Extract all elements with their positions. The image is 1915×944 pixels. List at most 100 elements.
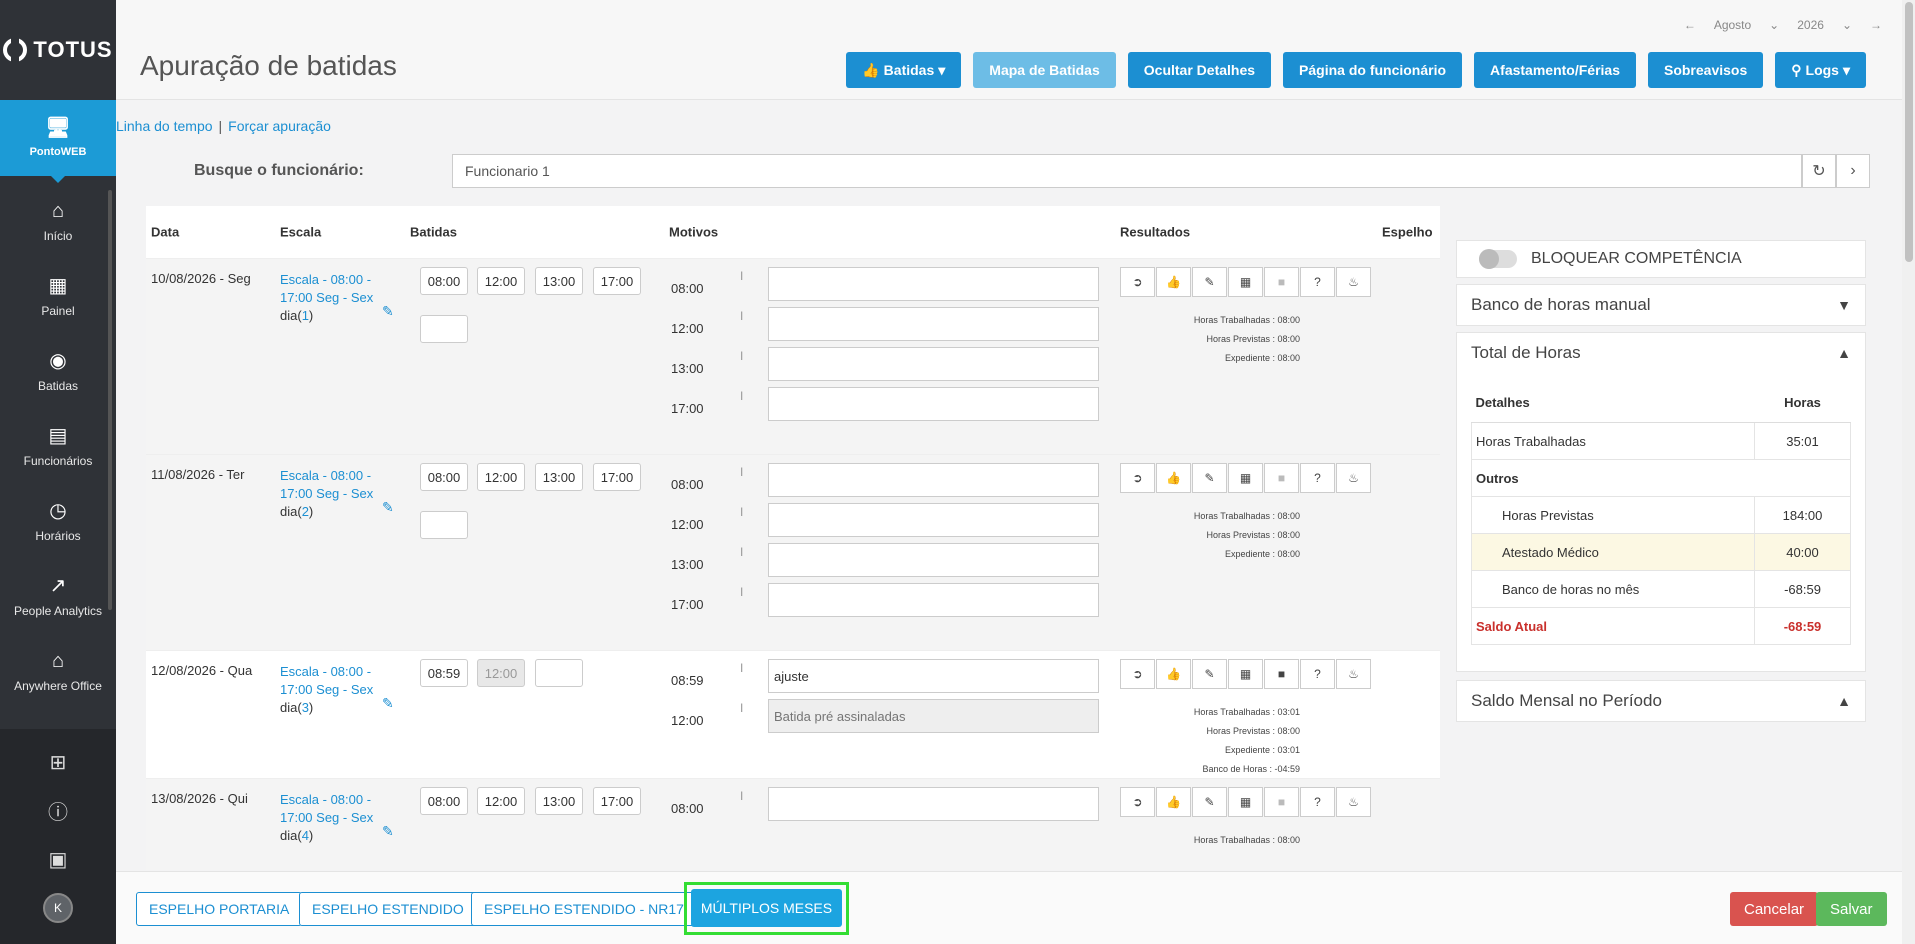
afastamento-ferias-button[interactable]: Afastamento/Férias [1474, 52, 1636, 88]
bell-icon[interactable]: ♨ [1336, 463, 1371, 493]
punch-input[interactable] [477, 463, 525, 491]
punch-input[interactable] [477, 267, 525, 295]
ocultar-detalhes-button[interactable]: Ocultar Detalhes [1127, 52, 1272, 88]
comment-icon[interactable]: ■ [1264, 463, 1299, 493]
bell-icon[interactable]: ♨ [1336, 787, 1371, 817]
punch-input[interactable] [535, 463, 583, 491]
edit-escala-pencil-icon[interactable]: ✎ [382, 695, 394, 712]
help-icon[interactable]: ⓘ [48, 796, 68, 825]
avatar[interactable]: K [43, 893, 73, 924]
cancel-button[interactable]: Cancelar [1730, 892, 1819, 926]
prev-month-arrow-icon[interactable]: ← [1684, 18, 1696, 32]
pencil-icon[interactable]: ✎ [1192, 787, 1227, 817]
sobreavisos-button[interactable]: Sobreavisos [1647, 52, 1764, 88]
month-select[interactable]: Agosto [1714, 18, 1751, 32]
totvs-logo[interactable]: TOTUS [0, 0, 116, 100]
chevron-down-icon[interactable]: ▼ [1837, 297, 1851, 313]
lock-toggle[interactable] [1479, 249, 1517, 269]
apps-grid-icon[interactable]: ⊞ [50, 750, 67, 775]
motivo-input[interactable] [768, 543, 1099, 577]
espelho-estendido-button[interactable]: ESPELHO ESTENDIDO [299, 892, 477, 926]
sidebar-item-pontoweb[interactable]: 🖥 PontoWEB [0, 100, 116, 183]
chevron-right-icon[interactable]: › [1836, 154, 1870, 188]
escala-link[interactable]: Escala - 08:00 - 17:00 Seg - Sex [280, 664, 373, 697]
dia-number-link[interactable]: 4 [302, 828, 309, 843]
thumbs-up-icon[interactable]: 👍 [1156, 787, 1191, 817]
comment-icon[interactable]: ■ [1264, 787, 1299, 817]
banco-manual-panel[interactable]: Banco de horas manual ▼ [1456, 284, 1866, 326]
dia-number-link[interactable]: 3 [302, 700, 309, 715]
help-circle-icon[interactable]: ? [1300, 267, 1335, 297]
comment-icon[interactable]: ■ [1264, 267, 1299, 297]
page-scrollbar[interactable] [1902, 0, 1915, 944]
panel-header[interactable]: Saldo Mensal no Período ▲ [1457, 681, 1865, 721]
bell-icon[interactable]: ♨ [1336, 659, 1371, 689]
exit-door-icon[interactable]: ➲ [1120, 787, 1155, 817]
multiplos-meses-button[interactable]: MÚLTIPLOS MESES [691, 889, 842, 927]
sidebar-item-batidas[interactable]: ◉ Batidas [0, 334, 116, 409]
pencil-icon[interactable]: ✎ [1192, 463, 1227, 493]
sidebar-item-horarios[interactable]: ◷ Horários [0, 484, 116, 559]
espelho-estendido-nr17-button[interactable]: ESPELHO ESTENDIDO - NR17 [471, 892, 697, 926]
batidas-dropdown-button[interactable]: 👍 Batidas ▾ [846, 52, 962, 88]
chevron-down-icon[interactable]: ⌄ [1769, 18, 1779, 32]
thumbs-up-icon[interactable]: 👍 [1156, 463, 1191, 493]
edit-escala-pencil-icon[interactable]: ✎ [382, 303, 394, 320]
espelho-portaria-button[interactable]: ESPELHO PORTARIA [136, 892, 303, 926]
thumbs-up-icon[interactable]: 👍 [1156, 267, 1191, 297]
sidebar-item-funcionarios[interactable]: ▤ Funcionários [0, 409, 116, 484]
panel-header[interactable]: Total de Horas ▲ [1457, 333, 1865, 373]
help-circle-icon[interactable]: ? [1300, 787, 1335, 817]
motivo-input[interactable] [768, 267, 1099, 301]
calendar-icon[interactable]: ▦ [1228, 463, 1263, 493]
sidebar-item-anywhere-office[interactable]: ⌂ Anywhere Office [0, 634, 116, 709]
punch-input[interactable] [420, 659, 468, 687]
punch-input[interactable] [420, 787, 468, 815]
forcar-apuracao-link[interactable]: Forçar apuração [228, 118, 331, 134]
punch-input[interactable] [420, 315, 468, 343]
punch-input[interactable] [420, 267, 468, 295]
punch-input[interactable] [593, 463, 641, 491]
logs-dropdown-button[interactable]: ⚲ Logs ▾ [1775, 52, 1866, 88]
sidebar-item-inicio[interactable]: ⌂ Início [0, 184, 116, 259]
dia-number-link[interactable]: 2 [302, 504, 309, 519]
punch-input[interactable] [593, 267, 641, 295]
motivo-input[interactable] [768, 307, 1099, 341]
motivo-input[interactable] [768, 583, 1099, 617]
calendar-icon[interactable]: ▦ [1228, 659, 1263, 689]
punch-input[interactable] [593, 787, 641, 815]
linha-do-tempo-link[interactable]: Linha do tempo [116, 118, 213, 134]
comment-icon[interactable]: ■ [1264, 659, 1299, 689]
pencil-icon[interactable]: ✎ [1192, 267, 1227, 297]
punch-input[interactable] [535, 267, 583, 295]
page-scrollbar-thumb[interactable] [1905, 2, 1913, 262]
thumbs-up-icon[interactable]: 👍 [1156, 659, 1191, 689]
motivo-input[interactable] [768, 347, 1099, 381]
exit-door-icon[interactable]: ➲ [1120, 463, 1155, 493]
sidebar-item-painel[interactable]: ▦ Painel [0, 259, 116, 334]
calendar-icon[interactable]: ▦ [1228, 267, 1263, 297]
year-select[interactable]: 2026 [1797, 18, 1824, 32]
chevron-up-icon[interactable]: ▲ [1837, 345, 1851, 361]
motivo-input[interactable] [768, 463, 1099, 497]
escala-link[interactable]: Escala - 08:00 - 17:00 Seg - Sex [280, 468, 373, 501]
help-circle-icon[interactable]: ? [1300, 463, 1335, 493]
refresh-icon[interactable]: ↻ [1802, 154, 1836, 188]
motivo-input[interactable] [768, 659, 1099, 693]
exit-door-icon[interactable]: ➲ [1120, 659, 1155, 689]
save-button[interactable]: Salvar [1816, 892, 1887, 926]
building-icon[interactable]: ▣ [49, 847, 68, 872]
mapa-de-batidas-button[interactable]: Mapa de Batidas [973, 52, 1116, 88]
next-month-arrow-icon[interactable]: → [1870, 18, 1882, 32]
sidebar-scrollbar[interactable] [108, 190, 112, 610]
exit-door-icon[interactable]: ➲ [1120, 267, 1155, 297]
sidebar-item-people-analytics[interactable]: ↗ People Analytics [0, 559, 116, 634]
punch-input[interactable] [420, 463, 468, 491]
escala-link[interactable]: Escala - 08:00 - 17:00 Seg - Sex [280, 792, 373, 825]
pencil-icon[interactable]: ✎ [1192, 659, 1227, 689]
escala-link[interactable]: Escala - 08:00 - 17:00 Seg - Sex [280, 272, 373, 305]
dia-number-link[interactable]: 1 [302, 308, 309, 323]
edit-escala-pencil-icon[interactable]: ✎ [382, 499, 394, 516]
motivo-input[interactable] [768, 787, 1099, 821]
saldo-mensal-panel[interactable]: Saldo Mensal no Período ▲ [1456, 680, 1866, 722]
